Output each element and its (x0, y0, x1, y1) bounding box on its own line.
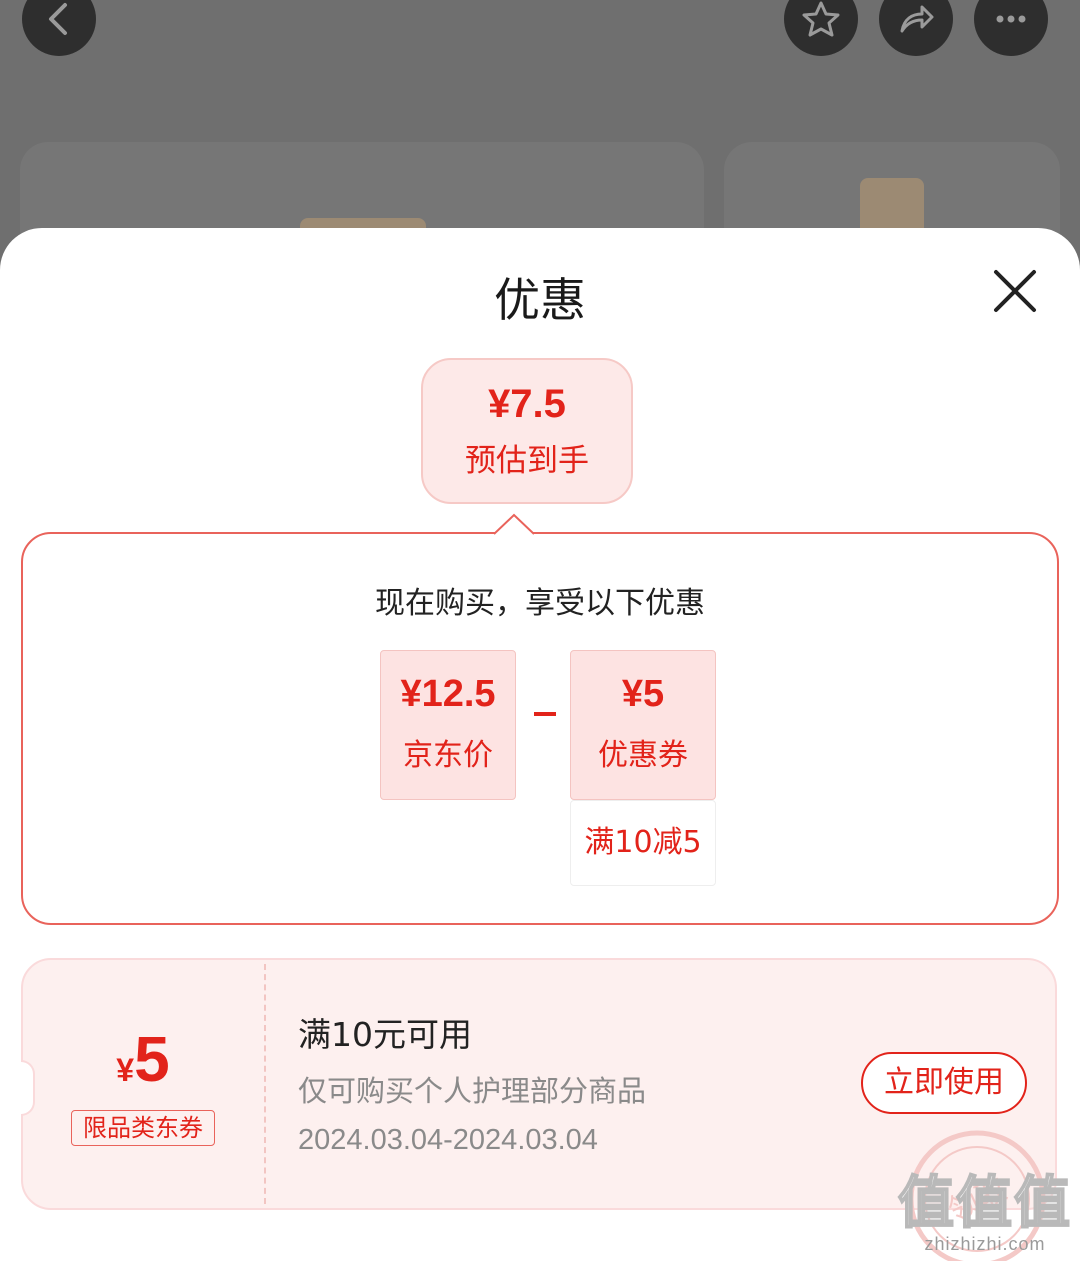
bubble-pointer (494, 513, 534, 535)
discount-sheet: 优惠 ¥7.5 预估到手 现在购买，享受以下优惠 ¥12.5 京东价 ¥5 优惠… (0, 228, 1080, 1261)
jd-price-label: 京东价 (403, 738, 493, 773)
estimated-price-bubble: ¥7.5 预估到手 (421, 358, 633, 504)
share-button[interactable] (879, 0, 953, 56)
jd-price-value: ¥12.5 (400, 673, 496, 715)
star-icon (802, 1, 840, 37)
use-now-button[interactable]: 立即使用 (861, 1052, 1027, 1114)
coupon-title: 满10元可用 (298, 1015, 472, 1054)
favorite-button[interactable] (784, 0, 858, 56)
estimated-price: ¥7.5 (488, 382, 566, 426)
coupon-price-value: ¥5 (621, 673, 665, 715)
coupon-category-tag: 限品类东券 (71, 1110, 215, 1146)
coupon-price-box: ¥5 优惠券 (570, 650, 716, 800)
back-button[interactable] (22, 0, 96, 56)
sheet-title: 优惠 (494, 273, 586, 327)
share-icon (900, 5, 934, 33)
chevron-left-icon (49, 3, 67, 35)
minus-sign (534, 712, 556, 716)
watermark: 值值值 zhizhizhi.com (897, 1171, 1072, 1255)
breakdown-title: 现在购买，享受以下优惠 (375, 586, 705, 621)
estimated-price-label: 预估到手 (465, 443, 589, 479)
more-button[interactable]: 17 (974, 0, 1048, 56)
coupon-amount: ¥5 (23, 1022, 263, 1096)
watermark-logo: 值值值 (897, 1171, 1072, 1236)
coupon-divider (264, 964, 266, 1204)
price-breakdown: 现在购买，享受以下优惠 ¥12.5 京东价 ¥5 优惠券 满10减5 (21, 532, 1059, 925)
coupon-description: 仅可购买个人护理部分商品 (298, 1074, 647, 1108)
coupon-value: 5 (134, 1023, 170, 1095)
more-dots-icon (996, 15, 1026, 23)
coupon-currency: ¥ (116, 1052, 135, 1088)
close-button[interactable] (990, 266, 1040, 316)
jd-price-box: ¥12.5 京东价 (380, 650, 516, 800)
coupon-validity: 2024.03.04-2024.03.04 (298, 1124, 598, 1156)
coupon-condition: 满10减5 (570, 800, 716, 886)
close-icon (994, 270, 1036, 312)
coupon-price-label: 优惠券 (598, 738, 688, 773)
watermark-site: zhizhizhi.com (924, 1234, 1046, 1254)
